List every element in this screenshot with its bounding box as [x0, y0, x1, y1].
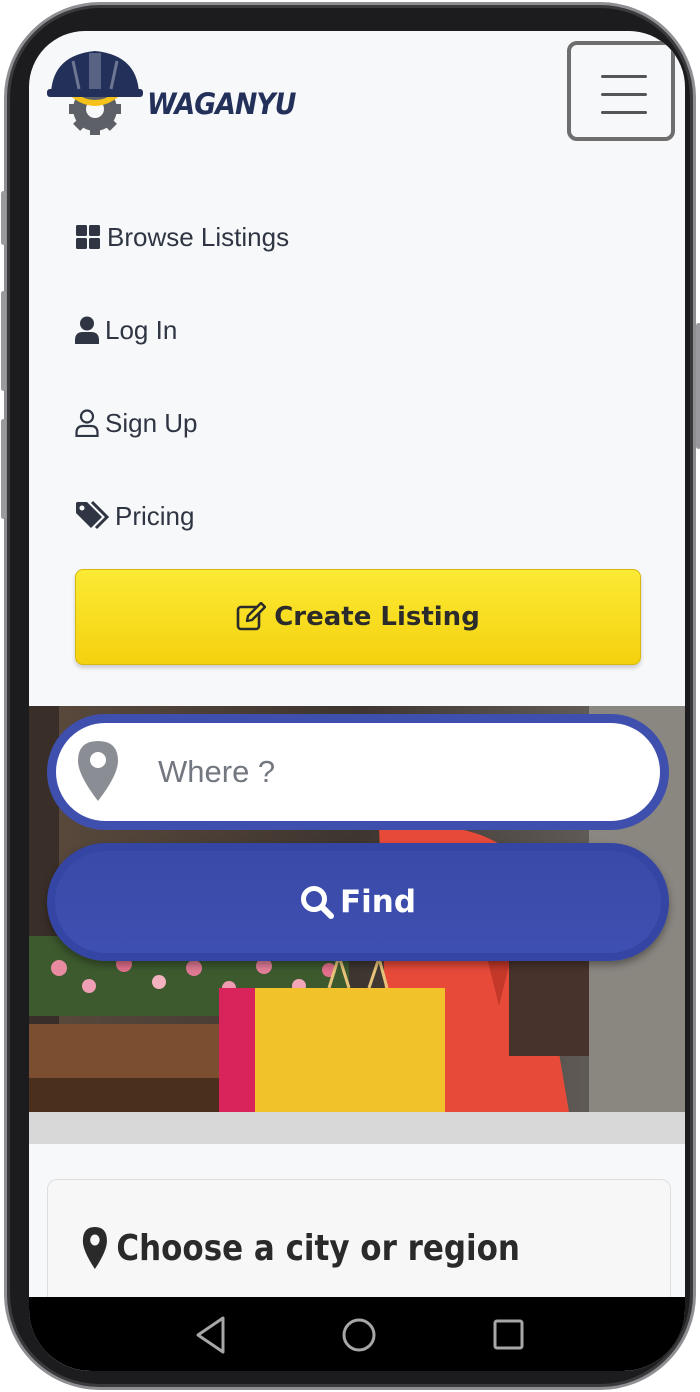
hamburger-icon — [601, 93, 647, 96]
phone-button — [1, 191, 6, 245]
map-marker-icon — [82, 1227, 107, 1269]
recents-icon[interactable] — [489, 1315, 529, 1355]
map-marker-icon — [78, 741, 118, 801]
city-region-title: Choose a city or region — [116, 1227, 520, 1269]
brand-name: WAGANYU — [147, 87, 296, 121]
brand-logo[interactable]: WAGANYU — [45, 45, 296, 137]
nav-label: Log In — [105, 314, 178, 345]
location-search-field[interactable] — [47, 714, 669, 830]
nav-item-log-in[interactable]: Log In — [75, 310, 177, 350]
android-navigation-bar — [29, 1297, 685, 1371]
nav-item-browse-listings[interactable]: Browse Listings — [75, 217, 289, 257]
helmet-gear-icon — [47, 51, 143, 135]
phone-button — [1, 291, 6, 391]
nav-label: Browse Listings — [107, 221, 290, 252]
menu-toggle-button[interactable] — [567, 41, 675, 141]
hamburger-icon — [601, 111, 647, 114]
create-listing-label: Create Listing — [274, 602, 480, 632]
where-input[interactable] — [158, 743, 638, 801]
nav-label: Pricing — [115, 500, 195, 531]
navbar: WAGANYU — [29, 31, 685, 171]
city-region-heading: Choose a city or region — [82, 1226, 520, 1270]
tags-icon — [76, 500, 109, 530]
phone-button — [696, 323, 700, 449]
user-icon — [75, 316, 99, 344]
nav-item-sign-up[interactable]: Sign Up — [75, 403, 198, 443]
phone-frame: WAGANYU Browse Listings Log In Sign Up P… — [1, 2, 700, 1390]
screen: WAGANYU Browse Listings Log In Sign Up P… — [29, 31, 685, 1371]
find-button[interactable]: Find — [47, 843, 669, 961]
phone-button — [1, 419, 6, 519]
home-icon[interactable] — [339, 1315, 379, 1355]
search-icon — [300, 886, 334, 919]
create-listing-button[interactable]: Create Listing — [75, 569, 641, 665]
grid-icon — [76, 225, 100, 249]
hamburger-icon — [601, 75, 647, 78]
nav-label: Sign Up — [105, 407, 198, 438]
find-label: Find — [339, 884, 417, 920]
user-outline-icon — [75, 409, 99, 437]
edit-icon — [236, 602, 267, 631]
hero-footer-strip — [29, 1112, 685, 1144]
back-icon[interactable] — [193, 1315, 229, 1355]
nav-item-pricing[interactable]: Pricing — [75, 496, 194, 536]
